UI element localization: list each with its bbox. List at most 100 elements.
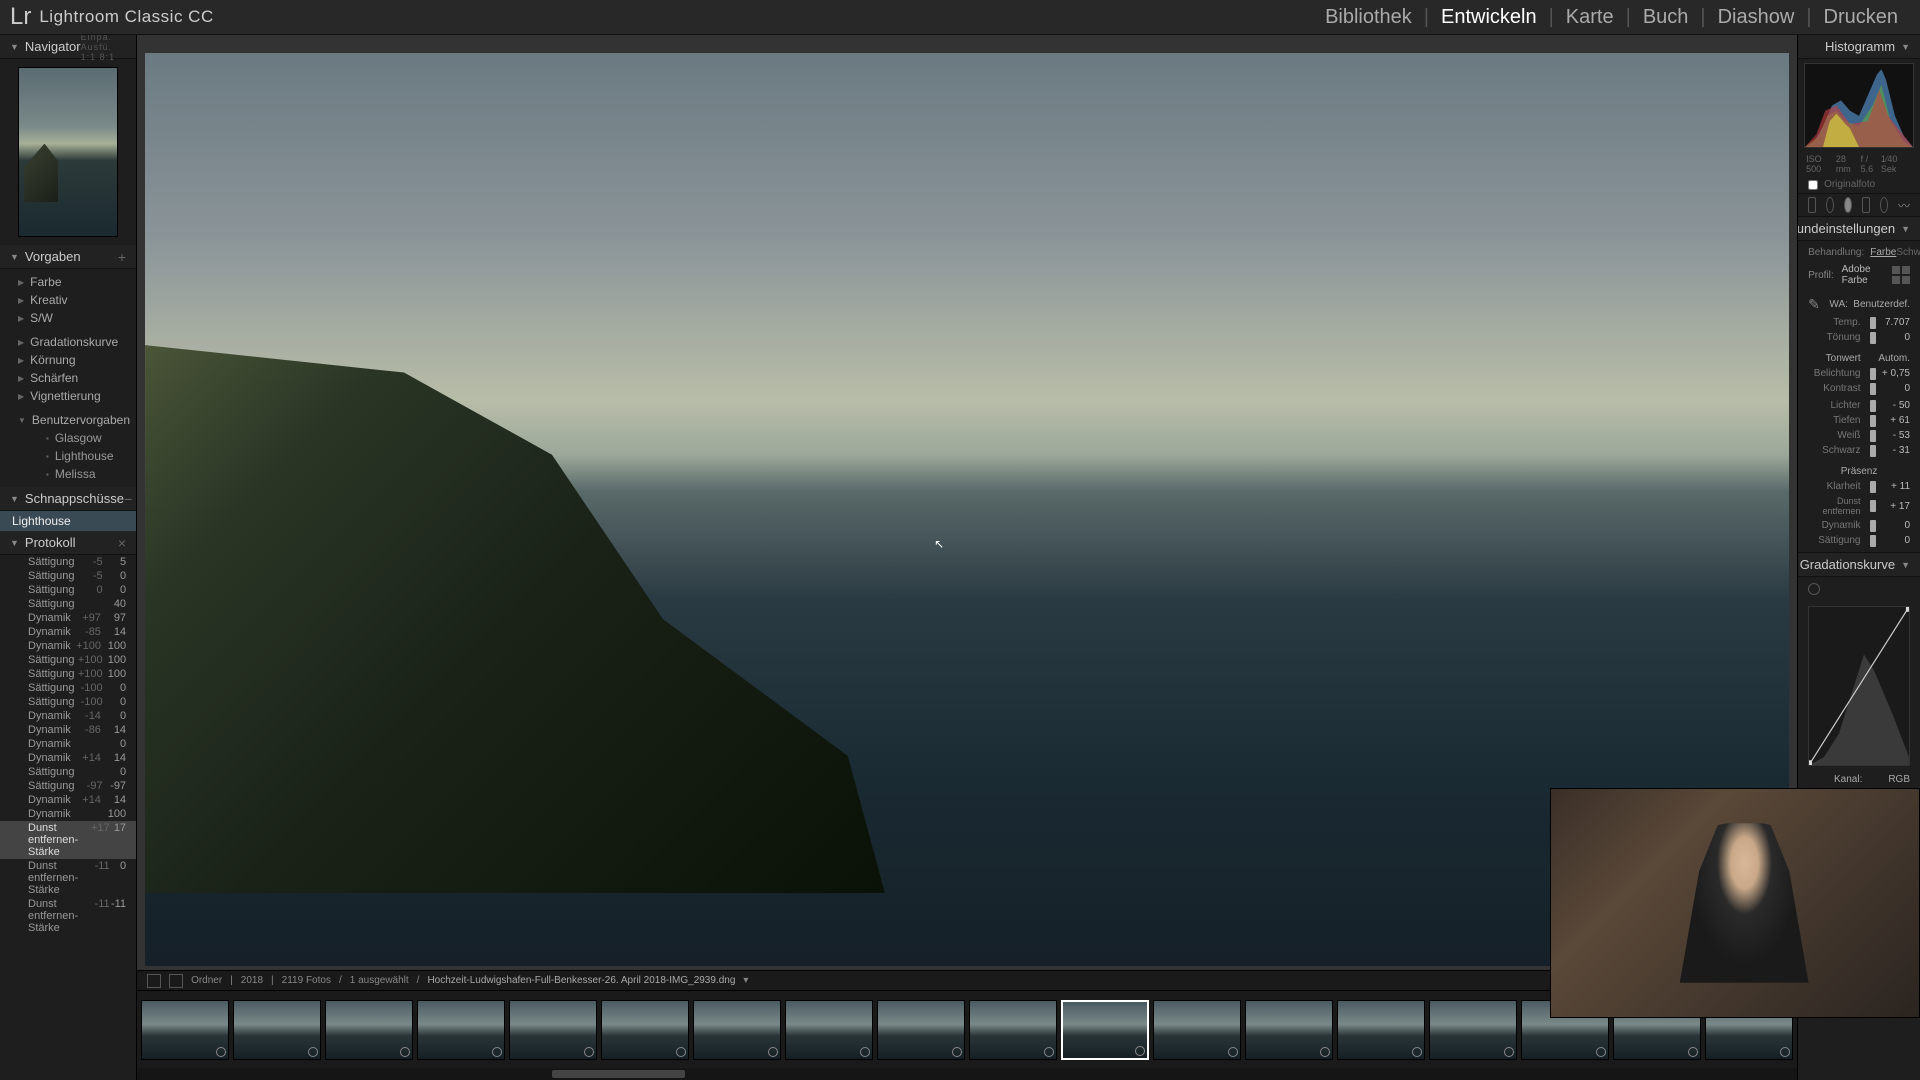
module-book[interactable]: Buch <box>1631 6 1701 29</box>
filmstrip-thumbnail[interactable] <box>1429 1000 1517 1060</box>
navigator-header[interactable]: ▼ Navigator Einpa. Ausfü. 1:1 8:1 <box>0 35 136 59</box>
treatment-color[interactable]: Farbe <box>1870 247 1896 258</box>
history-step[interactable]: Sättigung+100100 <box>0 667 136 681</box>
preset-item[interactable]: ▪Glasgow <box>0 429 136 447</box>
temp-value[interactable]: 7.707 <box>1874 317 1910 328</box>
preset-folder[interactable]: ▶S/W <box>0 309 136 327</box>
histogram-display[interactable] <box>1804 63 1914 148</box>
basic-header[interactable]: Grundeinstellungen ▼ <box>1798 217 1920 241</box>
redeye-tool-icon[interactable] <box>1844 197 1852 213</box>
profile-browser-icon[interactable] <box>1892 266 1910 284</box>
wb-picker-icon[interactable]: ✎ <box>1808 296 1824 313</box>
preset-item[interactable]: ▪Melissa <box>0 465 136 483</box>
shadows-value[interactable]: + 61 <box>1874 415 1910 426</box>
filmstrip-thumbnail[interactable] <box>1153 1000 1241 1060</box>
highlights-value[interactable]: - 50 <box>1874 400 1910 411</box>
history-step[interactable]: Sättigung+100100 <box>0 653 136 667</box>
preset-folder[interactable]: ▶Schärfen <box>0 369 136 387</box>
whites-value[interactable]: - 53 <box>1874 430 1910 441</box>
tint-value[interactable]: 0 <box>1874 332 1910 343</box>
filmstrip-thumbnail[interactable] <box>141 1000 229 1060</box>
filmstrip-thumbnail[interactable] <box>877 1000 965 1060</box>
preset-folder[interactable]: ▶Kreativ <box>0 291 136 309</box>
original-checkbox[interactable] <box>1808 180 1818 190</box>
contrast-value[interactable]: 0 <box>1874 383 1910 394</box>
snapshots-header[interactable]: ▼ Schnappschüsse − + <box>0 487 136 511</box>
preset-folder[interactable]: ▼Benutzervorgaben <box>0 411 136 429</box>
history-step[interactable]: Dynamik+1414 <box>0 751 136 765</box>
blacks-value[interactable]: - 31 <box>1874 445 1910 456</box>
clear-history-button[interactable]: × <box>118 535 126 551</box>
history-step[interactable]: Sättigung40 <box>0 597 136 611</box>
vibrance-value[interactable]: 0 <box>1874 520 1910 531</box>
history-step[interactable]: Sättigung-97-97 <box>0 779 136 793</box>
history-step[interactable]: Dynamik0 <box>0 737 136 751</box>
history-step[interactable]: Sättigung-1000 <box>0 695 136 709</box>
history-step[interactable]: Dunst entfernen-Stärke-11-11 <box>0 897 136 935</box>
filmstrip-thumbnail[interactable] <box>693 1000 781 1060</box>
history-step[interactable]: Dunst entfernen-Stärke+1717 <box>0 821 136 859</box>
channel-value[interactable]: RGB <box>1888 774 1910 785</box>
history-step[interactable]: Sättigung-55 <box>0 555 136 569</box>
filmstrip-thumbnail[interactable] <box>1061 1000 1149 1060</box>
filmstrip-thumbnail[interactable] <box>969 1000 1057 1060</box>
history-step[interactable]: Sättigung-1000 <box>0 681 136 695</box>
original-toggle[interactable]: Originalfoto <box>1798 176 1920 193</box>
filmstrip-thumbnail[interactable] <box>601 1000 689 1060</box>
filmstrip-thumbnail[interactable] <box>325 1000 413 1060</box>
treatment-bw[interactable]: Schwarzweiß <box>1896 247 1920 258</box>
navigator-preview[interactable] <box>18 67 118 237</box>
module-print[interactable]: Drucken <box>1812 6 1910 29</box>
histogram-header[interactable]: Histogramm ▼ <box>1798 35 1920 59</box>
curve-target-icon[interactable] <box>1808 583 1820 595</box>
clarity-value[interactable]: + 11 <box>1874 481 1910 492</box>
gradient-tool-icon[interactable] <box>1862 197 1870 213</box>
brush-tool-icon[interactable]: 〰 <box>1898 197 1910 213</box>
loupe-view-icon[interactable] <box>169 974 183 988</box>
filmstrip-thumbnail[interactable] <box>233 1000 321 1060</box>
filmstrip-thumbnail[interactable] <box>1337 1000 1425 1060</box>
module-develop[interactable]: Entwickeln <box>1429 6 1549 29</box>
history-step[interactable]: Dynamik+1414 <box>0 793 136 807</box>
preset-folder[interactable]: ▶Farbe <box>0 273 136 291</box>
dehaze-value[interactable]: + 17 <box>1874 501 1910 512</box>
tone-auto-button[interactable]: Autom. <box>1878 353 1910 364</box>
preset-folder[interactable]: ▶Vignettierung <box>0 387 136 405</box>
history-step[interactable]: Dynamik+9797 <box>0 611 136 625</box>
preset-folder[interactable]: ▶Gradationskurve <box>0 333 136 351</box>
radial-tool-icon[interactable] <box>1880 197 1888 213</box>
exposure-value[interactable]: + 0,75 <box>1874 368 1910 379</box>
wb-dropdown[interactable]: Benutzerdef. <box>1853 299 1910 310</box>
history-step[interactable]: Dynamik-8514 <box>0 625 136 639</box>
filmstrip-thumbnail[interactable] <box>1245 1000 1333 1060</box>
history-step[interactable]: Dunst entfernen-Stärke-110 <box>0 859 136 897</box>
tone-curve-display[interactable] <box>1808 606 1910 766</box>
history-step[interactable]: Sättigung-50 <box>0 569 136 583</box>
filmstrip-thumbnail[interactable] <box>509 1000 597 1060</box>
history-step[interactable]: Sättigung0 <box>0 765 136 779</box>
filmstrip[interactable] <box>137 990 1797 1068</box>
profile-value[interactable]: Adobe Farbe <box>1842 264 1884 286</box>
snapshot-item[interactable]: Lighthouse <box>0 511 136 531</box>
history-step[interactable]: Sättigung00 <box>0 583 136 597</box>
scrollbar-thumb[interactable] <box>552 1070 685 1078</box>
module-slideshow[interactable]: Diashow <box>1706 6 1807 29</box>
saturation-value[interactable]: 0 <box>1874 535 1910 546</box>
image-viewport[interactable]: ↖ <box>145 53 1789 966</box>
history-step[interactable]: Dynamik+100100 <box>0 639 136 653</box>
filmstrip-thumbnail[interactable] <box>417 1000 505 1060</box>
presets-header[interactable]: ▼ Vorgaben + <box>0 245 136 269</box>
history-step[interactable]: Dynamik-8614 <box>0 723 136 737</box>
history-header[interactable]: ▼ Protokoll × <box>0 531 136 555</box>
spot-tool-icon[interactable] <box>1826 197 1834 213</box>
curve-header[interactable]: Gradationskurve ▼ <box>1798 553 1920 577</box>
history-step[interactable]: Dynamik100 <box>0 807 136 821</box>
filmstrip-thumbnail[interactable] <box>785 1000 873 1060</box>
module-library[interactable]: Bibliothek <box>1313 6 1424 29</box>
add-preset-button[interactable]: + <box>118 249 126 265</box>
preset-item[interactable]: ▪Lighthouse <box>0 447 136 465</box>
grid-view-icon[interactable] <box>147 974 161 988</box>
navigator-zoom-options[interactable]: Einpa. Ausfü. 1:1 8:1 <box>81 35 127 62</box>
history-step[interactable]: Dynamik-140 <box>0 709 136 723</box>
crop-tool-icon[interactable] <box>1808 197 1816 213</box>
